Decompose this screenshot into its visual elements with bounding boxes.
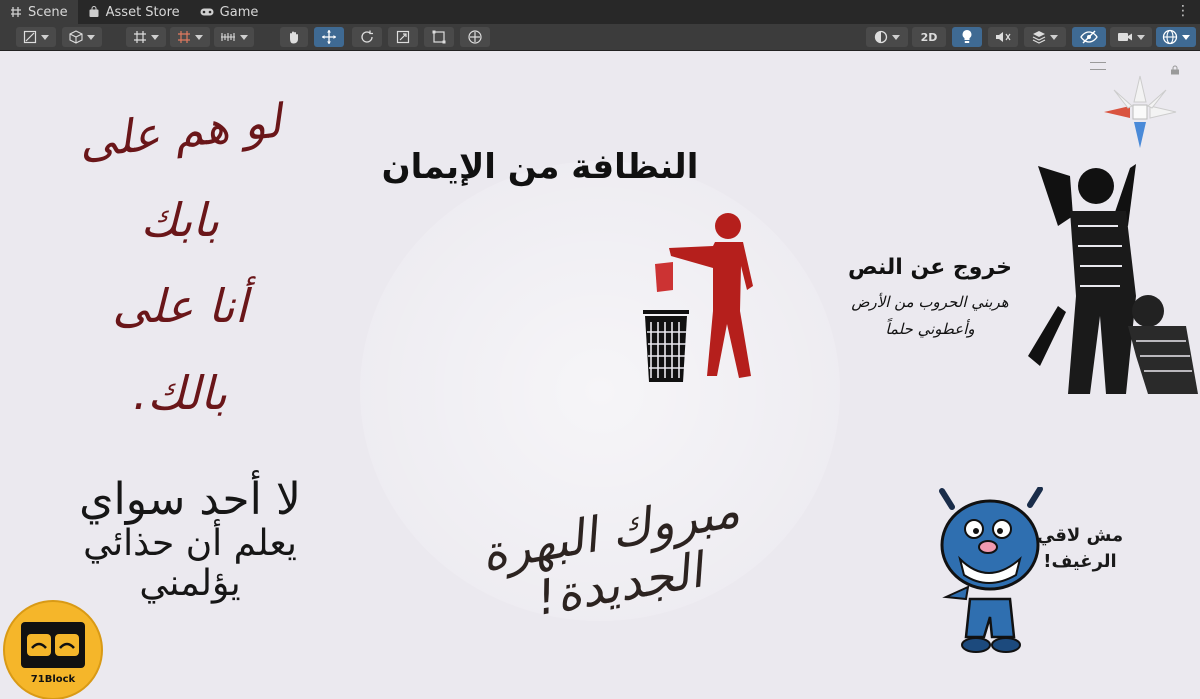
2d-toggle-button[interactable]: 2D [912,27,946,47]
grid-icon [11,7,21,17]
scale-icon [396,30,410,44]
object-mode-dropdown[interactable] [62,27,102,47]
tab-asset-store-label: Asset Store [105,4,180,20]
exit-title: خروج عن النص [847,255,1012,280]
lightbulb-icon [962,30,972,43]
gizmos-dropdown[interactable] [1156,27,1196,47]
move-icon [322,30,336,44]
cube-icon [69,30,83,44]
exit-text-block: خروج عن النص هربني الحروب من الأرض وأعطو… [830,255,1030,338]
layers-icon [1032,31,1046,44]
move-tool-button[interactable] [314,27,344,47]
more-options-icon[interactable]: ⋮ [1176,3,1190,19]
shading-mode-dropdown[interactable] [866,27,908,47]
draw-mode-icon [23,30,37,44]
poem-line-1: لو هم على [76,93,284,169]
camera-icon [1118,33,1132,41]
blue-monster-illustration-icon [939,487,1043,653]
hand-icon [290,31,298,44]
rotate-tool-button[interactable] [352,27,382,47]
poem-line-2: بابك [140,192,220,247]
trash-bin-figure-icon [643,213,753,382]
speaker-muted-icon [996,32,1011,42]
tab-game[interactable]: Game [190,0,269,24]
editor-tab-bar: Scene Asset Store Game ⋮ [0,0,1200,24]
shading-sphere-icon [874,30,888,44]
gamepad-icon [200,8,214,16]
scene-toolbar: 2D [0,24,1200,51]
shoes-poem: لا أحد سواي يعلم أن حذائي يؤلمني [40,474,340,604]
2d-toggle-label: 2D [920,30,938,44]
rect-transform-icon [432,30,446,44]
tab-scene[interactable]: Scene [0,0,78,24]
camera-dropdown[interactable] [1110,27,1152,47]
draw-mode-dropdown[interactable] [16,27,56,47]
globe-icon [1162,29,1178,45]
audio-toggle-button[interactable] [988,27,1018,47]
gizmo-menu-icon[interactable] [1090,62,1106,70]
effects-dropdown[interactable] [1024,27,1066,47]
bread-text: مش لاقي الرغيف! [1030,526,1130,572]
71block-logo: 71Block [3,600,103,699]
scene-view[interactable]: لو هم على بابك أنا على بالك. النظافة من … [0,51,1200,699]
ruler-dropdown[interactable] [214,27,254,47]
grid-snap-icon [134,31,146,43]
logo-label: 71Block [30,674,76,685]
glasses-face-icon [21,622,85,668]
exit-line-1: هربني الحروب من الأرض [851,293,1009,312]
eye-slash-icon [1080,30,1098,44]
poem-line-4: بالك. [132,365,228,420]
scene-orientation-gizmo-icon[interactable] [1100,72,1180,152]
transform-icon [468,30,482,44]
rect-tool-button[interactable] [424,27,454,47]
scale-tool-button[interactable] [388,27,418,47]
bread-line-2: الرغيف! [1043,550,1117,572]
tab-game-label: Game [219,4,259,20]
tab-asset-store[interactable]: Asset Store [78,0,190,24]
bread-line-1: مش لاقي [1036,525,1124,546]
transform-tool-button[interactable] [460,27,490,47]
increment-snap-icon [178,31,190,43]
shoes-line-3: يؤلمني [139,562,241,604]
shoes-line-1: لا أحد سواي [79,474,301,525]
exit-line-2: وأعطوني حلماً [885,319,975,338]
increment-snap-dropdown[interactable] [170,27,210,47]
grid-snap-dropdown[interactable] [126,27,166,47]
ruler-icon [221,33,235,41]
cleanliness-headline: النظافة من الإيمان [381,147,699,187]
lighting-toggle-button[interactable] [952,27,982,47]
hand-tool-button[interactable] [280,27,308,47]
hidden-objects-toggle[interactable] [1072,27,1106,47]
bag-icon [89,6,99,17]
rotate-icon [361,30,373,43]
tab-scene-label: Scene [28,4,68,20]
soldier-child-illustration-icon [1028,164,1198,394]
shoes-line-2: يعلم أن حذائي [83,523,297,565]
poem-line-3: أنا على [112,279,248,334]
poem-red-text: لو هم على بابك أنا على بالك. [60,94,300,420]
